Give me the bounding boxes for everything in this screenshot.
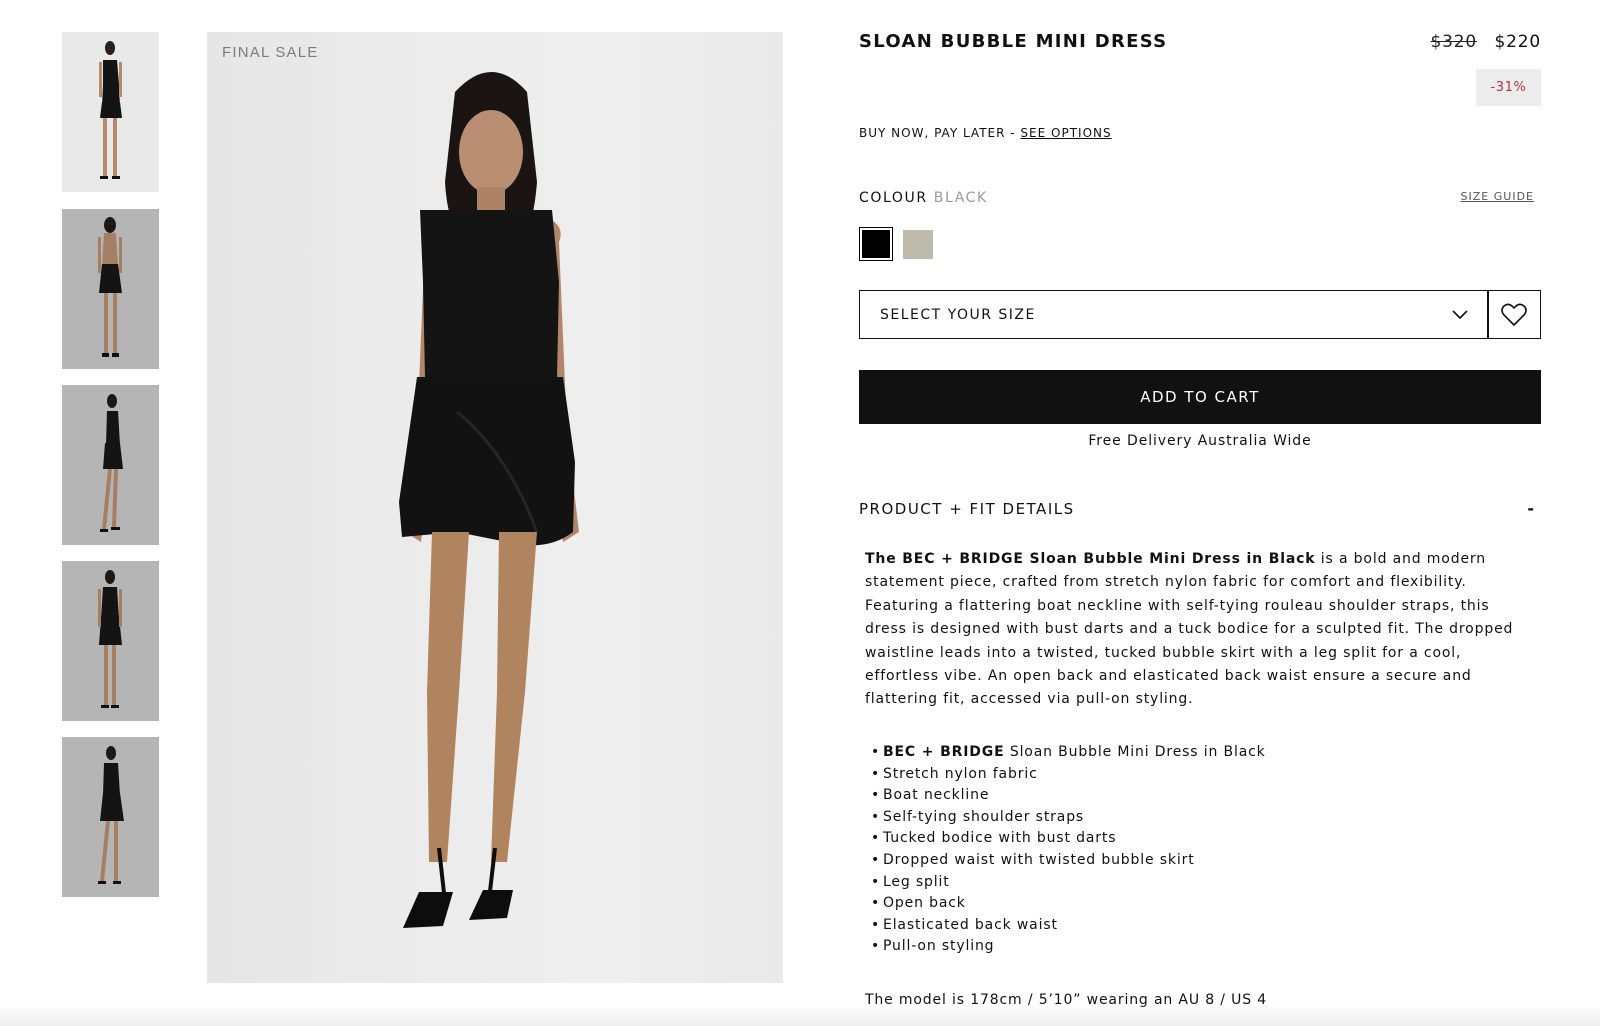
thumbnail-back[interactable] bbox=[62, 209, 159, 369]
add-to-cart-button[interactable]: ADD TO CART bbox=[859, 370, 1541, 424]
main-product-image[interactable]: FINAL SALE bbox=[207, 32, 783, 983]
swatch-black[interactable] bbox=[859, 227, 893, 261]
colour-value: BLACK bbox=[933, 190, 988, 206]
model-main-image bbox=[399, 72, 579, 928]
heart-icon bbox=[1501, 303, 1527, 326]
colour-row: COLOUR BLACK bbox=[859, 190, 988, 206]
sale-price: $220 bbox=[1494, 32, 1541, 52]
list-item: Boat neckline bbox=[871, 785, 1266, 807]
model-back-thumbnail-image bbox=[62, 209, 159, 369]
wishlist-button[interactable] bbox=[1487, 290, 1541, 339]
collapse-icon: - bbox=[1527, 499, 1534, 518]
accordion-title: PRODUCT + FIT DETAILS bbox=[859, 499, 1075, 518]
description-body: is a bold and modern statement piece, cr… bbox=[865, 551, 1514, 708]
bnpl-text: BUY NOW, PAY LATER - bbox=[859, 126, 1021, 140]
chevron-down-icon bbox=[1452, 309, 1468, 319]
see-options-link[interactable]: SEE OPTIONS bbox=[1020, 126, 1111, 140]
colour-swatches bbox=[859, 227, 933, 261]
size-select[interactable]: SELECT YOUR SIZE bbox=[859, 290, 1489, 339]
feature-list: BEC + BRIDGE Sloan Bubble Mini Dress in … bbox=[871, 742, 1266, 958]
list-item: Dropped waist with twisted bubble skirt bbox=[871, 850, 1266, 872]
thumbnail-three-quarter[interactable] bbox=[62, 737, 159, 897]
model-size-info: The model is 178cm / 5’10” wearing an AU… bbox=[865, 992, 1268, 1008]
thumbnail-front[interactable] bbox=[62, 32, 159, 192]
list-item: Tucked bodice with bust darts bbox=[871, 828, 1266, 850]
final-sale-badge: FINAL SALE bbox=[222, 44, 319, 61]
product-description: The BEC + BRIDGE Sloan Bubble Mini Dress… bbox=[865, 548, 1535, 712]
list-item: Self-tying shoulder straps bbox=[871, 807, 1266, 829]
free-delivery-note: Free Delivery Australia Wide bbox=[1088, 433, 1312, 449]
feature-brand: BEC + BRIDGE bbox=[883, 744, 1005, 760]
list-item: Pull-on styling bbox=[871, 936, 1266, 958]
product-details-panel: SLOAN BUBBLE MINI DRESS $320 $220 -31% B… bbox=[859, 0, 1541, 1026]
model-side-thumbnail-image bbox=[62, 385, 159, 545]
bnpl-row: BUY NOW, PAY LATER - SEE OPTIONS bbox=[859, 126, 1112, 140]
list-item: Open back bbox=[871, 893, 1266, 915]
list-item: Elasticated back waist bbox=[871, 915, 1266, 937]
size-guide-link[interactable]: SIZE GUIDE bbox=[1461, 190, 1534, 203]
feature-text: Sloan Bubble Mini Dress in Black bbox=[1004, 744, 1266, 760]
list-item: Leg split bbox=[871, 872, 1266, 894]
thumbnail-front-posed[interactable] bbox=[62, 561, 159, 721]
product-title: SLOAN BUBBLE MINI DRESS bbox=[859, 31, 1168, 52]
thumbnail-side[interactable] bbox=[62, 385, 159, 545]
original-price: $320 bbox=[1430, 32, 1477, 52]
product-page: FINAL SALE SLOAN BUBBLE MINI DRESS $320 … bbox=[0, 0, 1600, 1026]
swatch-taupe[interactable] bbox=[903, 230, 933, 259]
discount-badge: -31% bbox=[1476, 69, 1541, 106]
list-item: BEC + BRIDGE Sloan Bubble Mini Dress in … bbox=[871, 742, 1266, 764]
model-front-thumbnail-image bbox=[62, 32, 159, 192]
colour-label: COLOUR bbox=[859, 190, 928, 206]
product-fit-details-toggle[interactable]: PRODUCT + FIT DETAILS - bbox=[859, 499, 1541, 518]
description-brand-name: The BEC + BRIDGE Sloan Bubble Mini Dress… bbox=[865, 551, 1316, 567]
model-front-posed-thumbnail-image bbox=[62, 561, 159, 721]
size-select-label: SELECT YOUR SIZE bbox=[880, 306, 1036, 323]
model-three-quarter-thumbnail-image bbox=[62, 737, 159, 897]
list-item: Stretch nylon fabric bbox=[871, 764, 1266, 786]
